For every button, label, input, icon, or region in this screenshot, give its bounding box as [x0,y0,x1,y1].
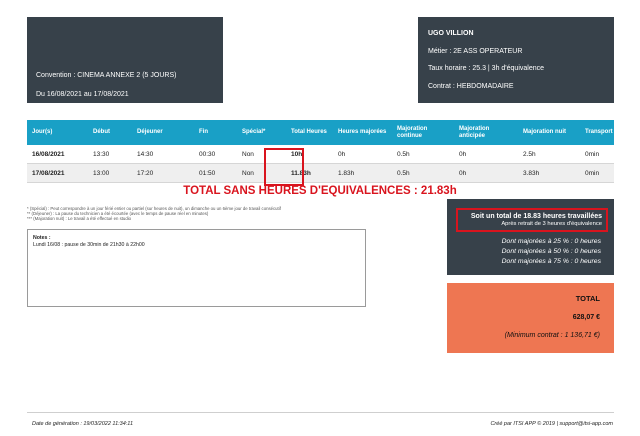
col-header-start: Début [88,120,132,145]
table-row: 16/08/2021 13:30 14:30 00:30 Non 10h 0h … [27,145,614,164]
cell-increased-hours: 1.83h [333,163,392,183]
employee-name: UGO VILLION [428,30,474,37]
cell-day: 16/08/2021 [27,145,88,164]
footer-divider [27,412,614,413]
cell-end: 01:50 [194,163,237,183]
col-header-anticipated: Majoration anticipée [454,120,518,145]
legend: * (Spécial) : Peut correspondre à un jou… [27,206,281,222]
cell-night: 3.83h [518,163,580,183]
hours-total-line: Soit un total de 18.83 heures travaillée… [470,213,602,220]
employee-contract: Contrat : HEBDOMADAIRE [428,83,514,90]
convention-panel: Convention : CINEMA ANNEXE 2 (5 JOURS) D… [27,17,223,103]
increase-75: Dont majorées à 75 % : 0 heures [501,258,601,265]
employee-rate: Taux horaire : 25.3 | 3h d'équivalence [428,65,545,72]
notes-title: Notes : [33,235,51,241]
col-header-lunch: Déjeuner [132,120,194,145]
hours-summary-panel: Soit un total de 18.83 heures travaillée… [447,199,614,275]
cell-lunch: 17:20 [132,163,194,183]
total-label: TOTAL [575,294,600,303]
cell-lunch: 14:30 [132,145,194,164]
table-row: 17/08/2021 13:00 17:20 01:50 Non 11.83h … [27,163,614,183]
cell-transport: 0min [580,163,614,183]
convention-label: Convention : CINEMA ANNEXE 2 (5 JOURS) [36,72,177,79]
col-header-continuous: Majoration continue [392,120,454,145]
cell-anticipated: 0h [454,163,518,183]
total-hours-highlight [264,148,304,186]
cell-increased-hours: 0h [333,145,392,164]
cell-transport: 0min [580,145,614,164]
hours-total-highlight: Soit un total de 18.83 heures travaillée… [456,208,608,232]
col-header-transport: Transport [580,120,614,145]
cell-day: 17/08/2021 [27,163,88,183]
col-header-total-hours: Total Heures [286,120,333,145]
col-header-end: Fin [194,120,237,145]
cell-night: 2.5h [518,145,580,164]
cell-anticipated: 0h [454,145,518,164]
increase-25: Dont majorées à 25 % : 0 heures [501,238,601,245]
generation-date: Date de génération : 19/03/2022 11:34:11 [32,421,134,427]
employee-panel: UGO VILLION Métier : 2E ASS OPERATEUR Ta… [418,17,614,103]
col-header-special: Spécial* [237,120,286,145]
total-amount: 628,07 € [572,314,600,321]
legend-line: *** (Majoration nuit) : Le travail a été… [27,216,132,222]
total-without-equivalences: TOTAL SANS HEURES D'EQUIVALENCES : 21.83… [183,185,457,197]
cell-continuous: 0.5h [392,163,454,183]
hours-equivalence-line: Après retrait de 3 heures d'équivalence [501,221,602,227]
col-header-night: Majoration nuit [518,120,580,145]
col-header-day: Jour(s) [27,120,88,145]
period-label: Du 16/08/2021 au 17/08/2021 [36,91,129,98]
cell-start: 13:00 [88,163,132,183]
minimum-contract: (Minimum contrat : 1 136,71 €) [504,332,600,339]
cell-end: 00:30 [194,145,237,164]
timesheet-table: Jour(s) Début Déjeuner Fin Spécial* Tota… [27,120,614,183]
notes-content: Lundi 16/08 : pause de 30min de 21h30 à … [33,242,145,248]
total-amount-panel: TOTAL 628,07 € (Minimum contrat : 1 136,… [447,283,614,353]
employee-job: Métier : 2E ASS OPERATEUR [428,48,523,55]
cell-continuous: 0.5h [392,145,454,164]
col-header-increased-hours: Heures majorées [333,120,392,145]
footer-credit: Créé par ITSI APP © 2019 | support@itsi-… [490,421,613,427]
table-header-row: Jour(s) Début Déjeuner Fin Spécial* Tota… [27,120,614,145]
cell-start: 13:30 [88,145,132,164]
notes-box: Notes : Lundi 16/08 : pause de 30min de … [27,229,366,307]
increase-50: Dont majorées à 50 % : 0 heures [501,248,601,255]
